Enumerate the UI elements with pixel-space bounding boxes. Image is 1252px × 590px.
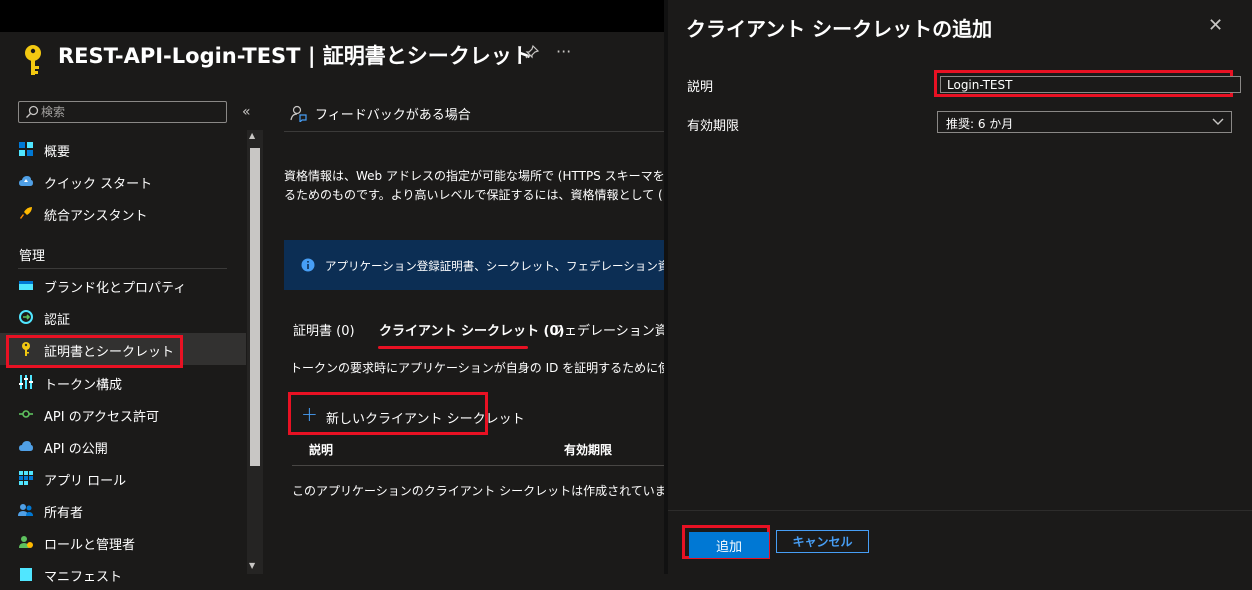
panel-title: クライアント シークレットの追加 [686,17,993,41]
sidebar-item-branding[interactable]: ブランド化とプロパティ [0,269,246,301]
close-icon[interactable]: ✕ [1208,15,1223,36]
plus-icon: + [301,402,318,426]
description-field[interactable] [940,76,1241,93]
column-header-description: 説明 [309,443,334,457]
expires-dropdown[interactable]: 推奨: 6 か月 [937,111,1232,133]
active-tab-underline [378,346,528,349]
overview-grid-icon [19,142,33,156]
roles-admins-icon [19,536,33,548]
authentication-icon [19,310,33,324]
tab-certificates[interactable]: 証明書 (0) [293,320,355,339]
pin-icon[interactable] [524,44,540,60]
description-line: 資格情報は、Web アドレスの指定が可能な場所で (HTTPS スキーマを使用 [284,169,668,183]
new-client-secret-label: 新しいクライアント シークレット [326,412,525,427]
expires-field-label: 有効期限 [687,119,740,134]
sidebar-item-label: 所有者 [44,506,84,521]
info-message-text: アプリケーション登録証明書、シークレット、フェデレーション資格情報は、下 [325,259,668,273]
token-config-icon [19,375,33,389]
sidebar-item-expose-api[interactable]: API の公開 [0,430,246,462]
top-bar [0,0,668,32]
credentials-description: 資格情報は、Web アドレスの指定が可能な場所で (HTTPS スキーマを使用 … [284,167,668,205]
sidebar-item-label: マニフェスト [44,570,123,585]
sidebar-item-label: ブランド化とプロパティ [44,281,187,296]
table-header-divider [292,465,668,466]
new-client-secret-button[interactable]: + 新しいクライアント シークレット [288,392,525,435]
sidebar-item-api-permissions[interactable]: API のアクセス許可 [0,398,246,430]
branding-icon [19,281,33,290]
expires-selected-value: 推奨: 6 か月 [946,117,1014,131]
sidebar-item-label: ロールと管理者 [44,538,136,553]
add-button-highlight: 追加 [682,525,770,559]
sidebar-item-label: アプリ ロール [44,474,127,489]
sidebar-item-label: 概要 [44,145,71,160]
api-permission-icon [19,410,33,418]
sidebar-item-label: トークン構成 [44,378,123,393]
column-header-expires: 有効期限 [564,443,613,457]
app-roles-icon [19,471,33,485]
owners-icon [18,504,33,516]
panel-footer-divider [668,510,1252,511]
sidebar-item-manifest[interactable]: マニフェスト [0,558,246,590]
description-field-wrapper [934,70,1241,97]
sidebar-item-authentication[interactable]: 認証 [0,301,246,333]
sidebar-scrollbar-thumb[interactable] [250,148,260,466]
cloud-quickstart-icon [19,176,33,186]
info-icon [301,258,315,272]
empty-table-message: このアプリケーションのクライアント シークレットは作成されていません。 [292,484,703,498]
client-secret-description: トークンの要求時にアプリケーションが自身の ID を証明するために使用する [290,361,668,375]
sidebar-item-roles-admins[interactable]: ロールと管理者 [0,526,246,558]
sidebar-search[interactable] [18,101,227,123]
search-input[interactable] [41,104,221,120]
more-options-button[interactable]: ··· [556,42,571,61]
content-divider [284,131,668,132]
sidebar-item-quickstart[interactable]: クイック スタート [0,165,246,197]
scroll-up-icon[interactable]: ▲ [249,131,255,140]
tab-client-secrets[interactable]: クライアント シークレット (0) [379,320,564,339]
description-line: るためのものです。より高いレベルで保証するには、資格情報として (クライアン [284,188,668,202]
feedback-icon [290,105,307,122]
sidebar-item-app-roles[interactable]: アプリ ロール [0,462,246,494]
highlight-selected-nav [6,335,183,368]
sidebar-item-label: クイック スタート [44,177,153,192]
sidebar-item-owners[interactable]: 所有者 [0,494,246,526]
rocket-icon [20,207,32,219]
sidebar-item-label: API のアクセス許可 [44,410,160,425]
search-icon [26,105,39,118]
sidebar-item-label: API の公開 [44,442,108,457]
sidebar-section-manage: 管理 [19,249,46,264]
sidebar-item-label: 統合アシスタント [44,209,148,224]
collapse-sidebar-button[interactable]: « [242,104,251,120]
chevron-down-icon [1212,118,1224,125]
sidebar-item-token-config[interactable]: トークン構成 [0,366,246,398]
manifest-icon [20,568,32,581]
cloud-api-icon [19,441,33,451]
feedback-link[interactable]: フィードバックがある場合 [315,104,471,123]
key-title-icon [25,45,41,75]
sidebar-item-integration-assistant[interactable]: 統合アシスタント [0,197,246,229]
scroll-down-icon[interactable]: ▼ [249,561,255,570]
description-field-label: 説明 [687,80,714,95]
sidebar-item-overview[interactable]: 概要 [0,133,246,165]
info-message-bar: アプリケーション登録証明書、シークレット、フェデレーション資格情報は、下 [284,240,668,290]
sidebar-item-label: 認証 [44,313,71,328]
page-title: REST-API-Login-TEST | 証明書とシークレット [58,44,533,68]
cancel-button[interactable]: キャンセル [776,530,869,553]
add-button[interactable]: 追加 [689,532,769,558]
